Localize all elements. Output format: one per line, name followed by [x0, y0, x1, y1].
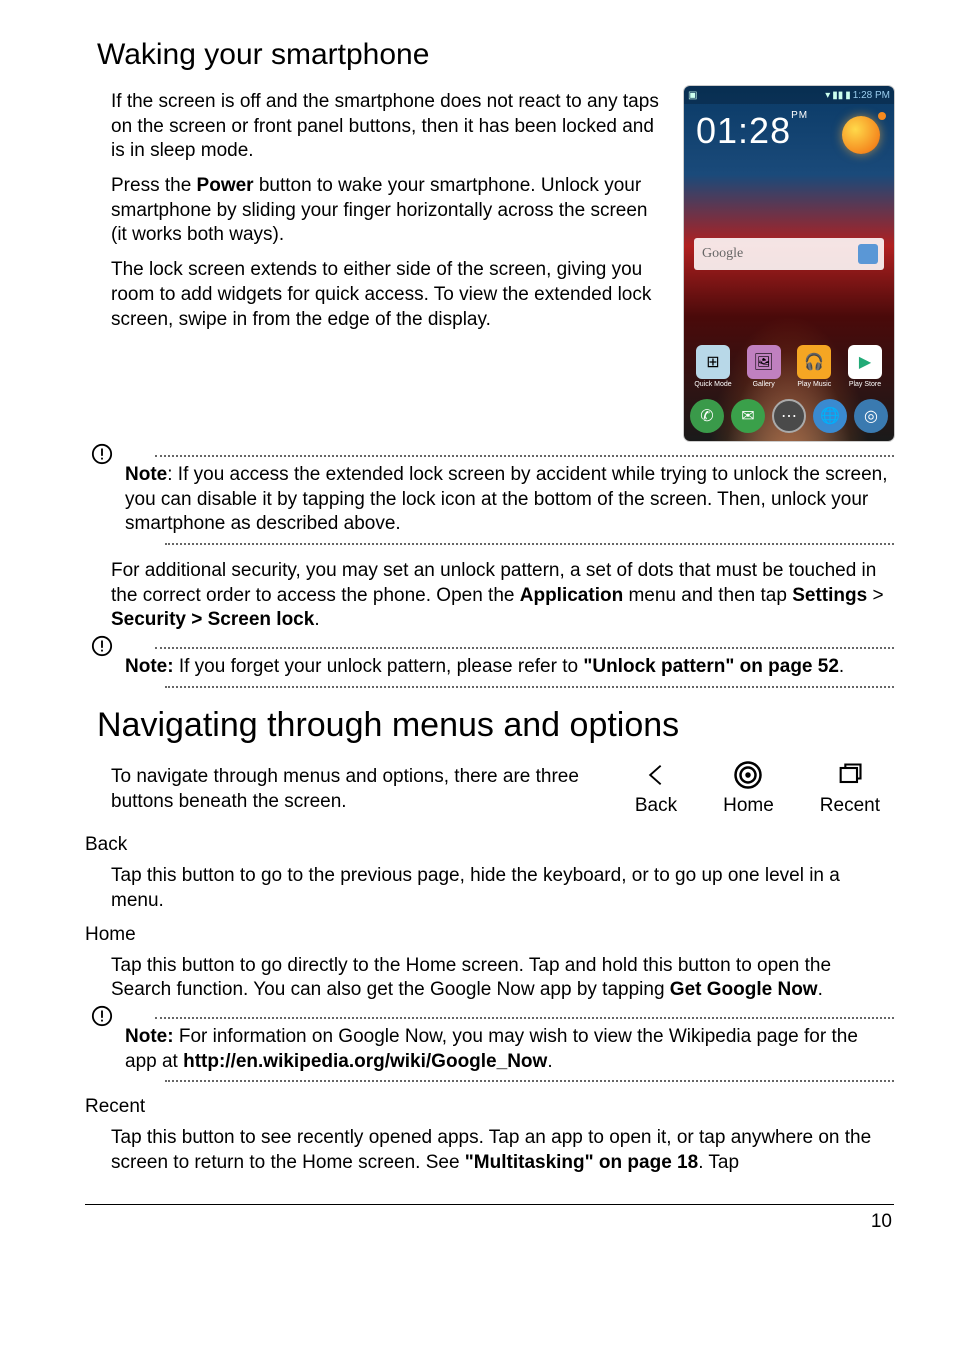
heading-recent: Recent	[85, 1096, 894, 1118]
back-para: Tap this button to go to the previous pa…	[111, 864, 894, 913]
status-bar: ▣ ▾ ▮▮ ▮ 1:28 PM	[684, 86, 894, 104]
signal-icon: ▮▮	[832, 90, 843, 101]
unlock-pattern-xref: "Unlock pattern" on page 52	[583, 656, 839, 677]
recent-icon	[830, 759, 870, 791]
waking-para-3: The lock screen extends to either side o…	[111, 258, 664, 332]
text: >	[867, 585, 883, 606]
text: .	[547, 1051, 552, 1072]
label: Quick Mode	[694, 381, 731, 388]
text: . Tap	[698, 1152, 739, 1173]
dock-messages-icon: ✉	[731, 399, 765, 433]
status-left-icon: ▣	[688, 90, 697, 101]
note-unlock-pattern: Note: If you forget your unlock pattern,…	[85, 647, 894, 688]
heading-waking: Waking your smartphone	[97, 38, 894, 72]
status-time: 1:28 PM	[853, 90, 890, 101]
mic-icon	[858, 244, 878, 264]
home-label: Home	[723, 795, 774, 817]
note-label: Note	[125, 464, 167, 485]
dock-apps-icon: ⋯	[772, 399, 806, 433]
app-play-music: 🎧 Play Music	[791, 345, 837, 393]
note-label: Note:	[125, 1026, 174, 1047]
app-quick-mode: ⊞ Quick Mode	[690, 345, 736, 393]
heading-navigating: Navigating through menus and options	[97, 706, 894, 745]
text: If you forget your unlock pattern, pleas…	[174, 656, 584, 677]
get-google-now-bold: Get Google Now	[670, 979, 818, 1000]
security-para: For additional security, you may set an …	[111, 559, 894, 633]
note-text: : If you access the extended lock screen…	[125, 464, 888, 534]
label: Gallery	[753, 381, 775, 388]
page-number: 10	[85, 1211, 894, 1233]
back-icon	[636, 759, 676, 791]
back-label: Back	[635, 795, 677, 817]
power-bold: Power	[197, 175, 254, 196]
nav-buttons-figure: Back Home Recent	[635, 759, 880, 817]
app-row: ⊞ Quick Mode 🖼 Gallery 🎧 Play Music ▶ Play S…	[690, 345, 888, 393]
note-icon	[91, 1005, 113, 1027]
recent-label: Recent	[820, 795, 880, 817]
google-now-url: http://en.wikipedia.org/wiki/Google_Now	[183, 1051, 547, 1072]
text: menu and then tap	[623, 585, 792, 606]
lockscreen-clock: 01:28PM	[696, 110, 808, 152]
note-icon	[91, 635, 113, 657]
home-icon	[728, 759, 768, 791]
dock-camera-icon: ◎	[854, 399, 888, 433]
google-search-bar: Google	[694, 238, 884, 270]
wifi-icon: ▾	[825, 90, 830, 101]
play-store-icon: ▶	[848, 345, 882, 379]
app-gallery: 🖼 Gallery	[741, 345, 787, 393]
note-icon	[91, 443, 113, 465]
text: .	[314, 609, 319, 630]
text: Press the	[111, 175, 197, 196]
note-extended-lockscreen: Note: If you access the extended lock sc…	[85, 455, 894, 545]
quick-mode-icon: ⊞	[696, 345, 730, 379]
multitasking-xref: "Multitasking" on page 18	[465, 1152, 698, 1173]
text: .	[818, 979, 823, 1000]
note-google-now: Note: For information on Google Now, you…	[85, 1017, 894, 1082]
app-play-store: ▶ Play Store	[842, 345, 888, 393]
weather-icon	[842, 116, 880, 154]
dock-row: ✆ ✉ ⋯ 🌐 ◎	[690, 397, 888, 435]
dock-browser-icon: 🌐	[813, 399, 847, 433]
recent-para: Tap this button to see recently opened a…	[111, 1126, 894, 1175]
heading-home: Home	[85, 924, 894, 946]
dock-phone-icon: ✆	[690, 399, 724, 433]
label: Play Music	[797, 381, 831, 388]
security-bold: Security > Screen lock	[111, 609, 314, 630]
nav-intro: To navigate through menus and options, t…	[111, 765, 625, 814]
text: .	[839, 656, 844, 677]
label: Play Store	[849, 381, 881, 388]
lockscreen-illustration: ▣ ▾ ▮▮ ▮ 1:28 PM 01:28PM Google ⊞ Quick M…	[684, 86, 894, 441]
footer-rule	[85, 1204, 894, 1205]
clock-suffix: PM	[791, 110, 808, 121]
application-bold: Application	[520, 585, 623, 606]
clock-time: 01:28	[696, 110, 791, 151]
note-label: Note:	[125, 656, 174, 677]
waking-para-1: If the screen is off and the smartphone …	[111, 90, 664, 164]
google-label: Google	[702, 246, 743, 262]
waking-para-2: Press the Power button to wake your smar…	[111, 174, 664, 248]
battery-icon: ▮	[845, 90, 851, 101]
heading-back: Back	[85, 834, 894, 856]
settings-bold: Settings	[792, 585, 867, 606]
play-music-icon: 🎧	[797, 345, 831, 379]
gallery-icon: 🖼	[747, 345, 781, 379]
home-para: Tap this button to go directly to the Ho…	[111, 954, 894, 1003]
